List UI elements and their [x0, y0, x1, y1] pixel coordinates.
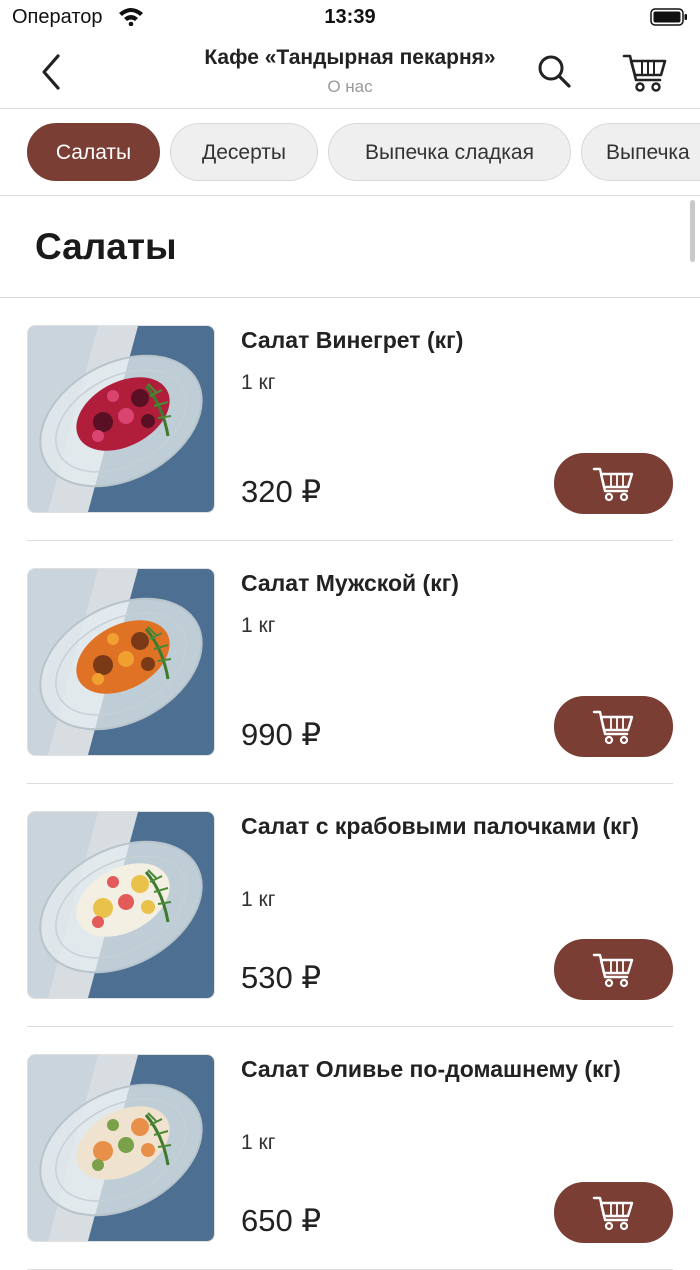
battery-icon — [650, 8, 687, 26]
product-image[interactable] — [27, 1054, 215, 1242]
product-price: 530 ₽ — [241, 960, 322, 995]
cart-icon — [592, 1196, 634, 1231]
product-image[interactable] — [27, 325, 215, 513]
product-name: Салат с крабовыми палочками (кг) — [241, 813, 639, 839]
cart-icon — [592, 467, 634, 502]
product-weight: 1 кг — [241, 1131, 276, 1154]
product-item[interactable]: Салат Мужской (кг) 1 кг 990 ₽ — [0, 541, 700, 784]
product-price: 990 ₽ — [241, 717, 322, 752]
search-button[interactable] — [532, 50, 578, 94]
tab-sweet-pastry[interactable]: Выпечка сладкая — [328, 123, 571, 181]
product-name: Салат Мужской (кг) — [241, 570, 459, 596]
chevron-left-icon — [42, 54, 60, 90]
search-icon — [538, 55, 571, 88]
product-name: Салат Оливье по-домашнему (кг) — [241, 1056, 621, 1082]
cart-icon — [592, 710, 634, 745]
back-button[interactable] — [30, 50, 74, 94]
tab-pastry[interactable]: Выпечка — [581, 123, 700, 181]
add-to-cart-button[interactable] — [554, 1182, 673, 1243]
section-title: Салаты — [35, 226, 177, 267]
product-weight: 1 кг — [241, 888, 276, 911]
tab-desserts[interactable]: Десерты — [170, 123, 318, 181]
tab-salads[interactable]: Салаты — [27, 123, 160, 181]
page-title: Кафе «Тандырная пекарня» — [204, 46, 496, 69]
product-price: 650 ₽ — [241, 1203, 322, 1238]
navigation-bar: Кафе «Тандырная пекарня» О нас — [0, 36, 700, 109]
product-image[interactable] — [27, 568, 215, 756]
product-weight: 1 кг — [241, 614, 276, 637]
product-item[interactable]: Салат Винегрет (кг) 1 кг 320 ₽ — [0, 298, 700, 541]
add-to-cart-button[interactable] — [554, 696, 673, 757]
product-image[interactable] — [27, 811, 215, 999]
status-bar: Оператор 13:39 — [0, 0, 700, 36]
cart-icon — [622, 54, 667, 92]
product-weight: 1 кг — [241, 371, 276, 394]
about-link[interactable]: О нас — [140, 77, 560, 97]
cart-button[interactable] — [618, 48, 672, 96]
cart-icon — [592, 953, 634, 988]
category-tabs: Салаты Десерты Выпечка сладкая Выпечка — [0, 109, 700, 196]
add-to-cart-button[interactable] — [554, 453, 673, 514]
status-time: 13:39 — [324, 6, 376, 28]
product-item[interactable]: Салат Оливье по-домашнему (кг) 1 кг 650 … — [0, 1027, 700, 1270]
add-to-cart-button[interactable] — [554, 939, 673, 1000]
product-price: 320 ₽ — [241, 474, 322, 509]
product-name: Салат Винегрет (кг) — [241, 327, 464, 353]
product-item[interactable]: Салат с крабовыми палочками (кг) 1 кг 53… — [0, 784, 700, 1027]
product-list: Салат Винегрет (кг) 1 кг 320 ₽ Салат Муж… — [0, 298, 700, 1270]
scrollbar[interactable] — [690, 200, 695, 262]
